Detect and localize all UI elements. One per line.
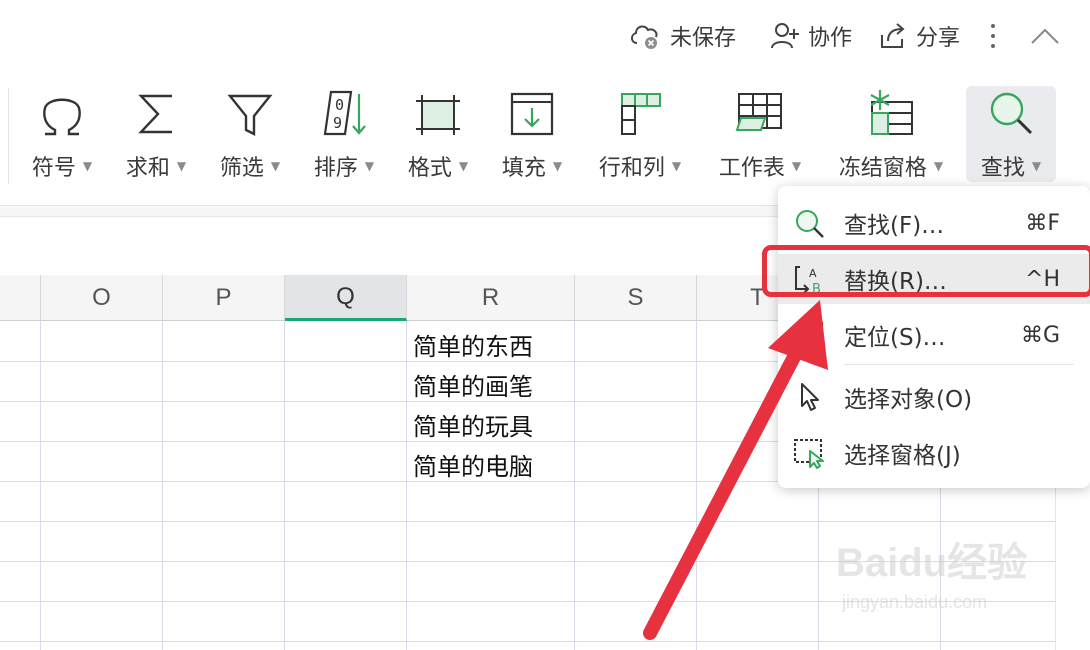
more-icon[interactable] [988, 18, 1006, 54]
grid-line [0, 641, 1055, 642]
search-icon [796, 210, 824, 238]
watermark-url: jingyan.baidu.com [842, 592, 988, 612]
column-header-o[interactable]: O [41, 275, 163, 321]
tool-label: 查找 [980, 156, 1025, 181]
locate-icon [797, 322, 823, 348]
share-button[interactable]: 分享 [878, 18, 960, 54]
unsaved-status[interactable]: 未保存 [628, 18, 736, 54]
omega-icon [43, 98, 81, 136]
chevron-up-icon [1031, 28, 1059, 44]
cloud-icon [631, 25, 658, 49]
sort-icon: 0 9 [323, 90, 366, 136]
column-header-p[interactable]: P [163, 275, 285, 321]
menu-item-shortcut: ⌘F [1025, 210, 1060, 236]
collapse-ribbon-button[interactable] [1030, 18, 1068, 54]
unsaved-label: 未保存 [670, 26, 737, 51]
add-user-icon [771, 23, 799, 49]
find-dropdown-menu: 查找(F)… ⌘F A B 替换(R)… ^H 定位(S)… ⌘G 选择对象(O… [778, 186, 1090, 488]
cell-r1[interactable]: 简单的东西 [413, 327, 533, 362]
baidu-watermark: Baidu经验 jingyan.baidu.com [836, 530, 1056, 630]
caret-down-icon: ▼ [270, 159, 281, 173]
svg-text:0: 0 [335, 96, 344, 114]
collab-button[interactable]: 协作 [770, 18, 852, 54]
menu-item-find[interactable]: 查找(F)… ⌘F [778, 198, 1090, 248]
tool-label: 行和列 [598, 156, 665, 181]
tool-find[interactable]: 查找 ▼ [966, 86, 1056, 182]
tool-label: 符号 [31, 156, 76, 181]
cell-r3[interactable]: 简单的玩具 [413, 407, 533, 442]
worksheet-icon [735, 93, 782, 131]
search-icon [990, 92, 1033, 135]
watermark-brand: Baidu经验 [836, 541, 1028, 585]
tool-label: 工作表 [718, 156, 785, 181]
menu-item-label: 选择窗格(J) [844, 443, 961, 469]
menu-item-label: 查找(F)… [844, 213, 945, 239]
freeze-panes-icon [870, 90, 913, 135]
menu-divider [844, 364, 1074, 365]
column-header-r[interactable]: R [407, 275, 575, 321]
share-icon [881, 23, 905, 48]
grid-line [0, 521, 1055, 522]
menu-item-locate[interactable]: 定位(S)… ⌘G [778, 310, 1090, 360]
tool-rows-cols[interactable]: 行和列 ▼ [590, 86, 690, 182]
vertical-dots-icon [991, 24, 995, 48]
tool-label: 排序 [313, 156, 358, 181]
collab-label: 协作 [808, 26, 853, 51]
tool-label: 格式 [407, 156, 452, 181]
caret-down-icon: ▼ [552, 159, 563, 173]
column-header[interactable] [0, 275, 41, 321]
highlight-box [762, 245, 1090, 297]
share-label: 分享 [916, 26, 961, 51]
caret-down-icon: ▼ [933, 159, 944, 173]
tool-sort[interactable]: 0 9 排序 ▼ [304, 86, 384, 182]
caret-down-icon: ▼ [176, 159, 187, 173]
tool-label: 求和 [125, 156, 170, 181]
caret-down-icon: ▼ [1031, 159, 1042, 173]
format-icon [416, 95, 460, 135]
menu-item-select-objects[interactable]: 选择对象(O) [778, 372, 1090, 422]
svg-text:9: 9 [333, 114, 342, 132]
tool-fill[interactable]: 填充 ▼ [492, 86, 572, 182]
tool-label: 填充 [501, 156, 546, 181]
tool-sum[interactable]: 求和 ▼ [116, 86, 196, 182]
caret-down-icon: ▼ [458, 159, 469, 173]
column-header-q[interactable]: Q [285, 275, 407, 321]
fill-icon [510, 92, 554, 136]
cell-r2[interactable]: 简单的画笔 [413, 367, 533, 402]
sigma-icon [138, 94, 172, 134]
cell-r4[interactable]: 简单的电脑 [413, 447, 533, 482]
tool-label: 筛选 [219, 156, 264, 181]
rows-cols-icon [621, 93, 661, 135]
ribbon-toolbar: 符号 ▼ 求和 ▼ 筛选 ▼ 0 9 排序 ▼ 格式 ▼ 填充 ▼ 行和列 ▼ … [0, 80, 1090, 192]
column-header-s[interactable]: S [575, 275, 697, 321]
tool-label: 冻结窗格 [838, 156, 927, 181]
tool-symbol[interactable]: 符号 ▼ [22, 86, 102, 182]
ribbon-divider [8, 88, 9, 184]
cursor-icon [801, 383, 819, 411]
tool-worksheet[interactable]: 工作表 ▼ [710, 86, 810, 182]
caret-down-icon: ▼ [82, 159, 93, 173]
caret-down-icon: ▼ [364, 159, 375, 173]
menu-item-shortcut: ⌘G [1020, 322, 1060, 348]
top-bar: 未保存 协作 分享 [0, 0, 1090, 75]
caret-down-icon: ▼ [791, 159, 802, 173]
selection-pane-icon [794, 439, 824, 469]
menu-item-label: 选择对象(O) [844, 387, 973, 413]
menu-item-label: 定位(S)… [844, 325, 946, 351]
menu-item-selection-pane[interactable]: 选择窗格(J) [778, 428, 1090, 478]
tool-filter[interactable]: 筛选 ▼ [210, 86, 290, 182]
tool-format[interactable]: 格式 ▼ [398, 86, 478, 182]
caret-down-icon: ▼ [671, 159, 682, 173]
filter-icon [227, 94, 273, 136]
tool-freeze-panes[interactable]: 冻结窗格 ▼ [830, 86, 952, 182]
